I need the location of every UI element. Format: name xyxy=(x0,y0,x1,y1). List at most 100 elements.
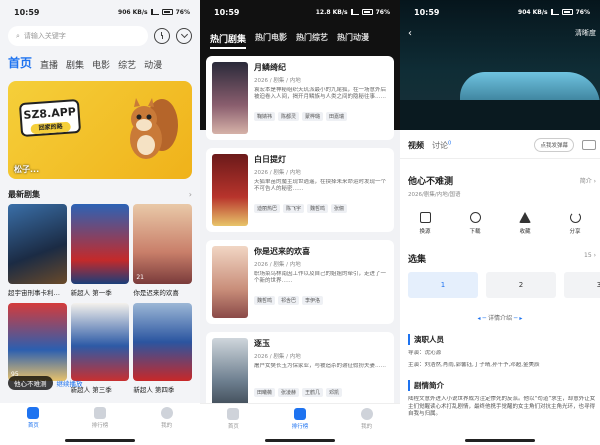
status-bar: 10:59 906 KB/s 76% xyxy=(0,0,200,24)
bottom-tab-rank[interactable]: 排行榜 xyxy=(80,407,120,429)
drama-card[interactable]: 超宇宙刑事卡利… xyxy=(8,204,67,297)
bottom-tab-mine[interactable]: 我的 xyxy=(347,408,387,430)
episode-label: 选集 xyxy=(408,255,427,265)
battery-percent: 76% xyxy=(575,8,590,16)
home-indicator xyxy=(465,439,535,442)
cast-chip: 魏哲鸣 xyxy=(307,204,329,213)
card-title: 新超人 第一季 xyxy=(70,289,112,297)
chevron-right-icon[interactable]: › xyxy=(189,190,192,199)
poster-image xyxy=(212,154,248,226)
user-icon xyxy=(360,408,373,420)
cast-chip: 田嘉瑞 xyxy=(326,112,348,121)
rank-item-desc: 袁宏本是神秘组织天玑派最小的九尾狐，在一场意外后被迫卷入人间，揭开月鳞族与人类之… xyxy=(254,87,387,101)
rank-item[interactable]: 白日提灯 2026 / 剧集 / 内地 天狐单苗的魔主现世逍遥，在抉择未来命运时… xyxy=(206,148,394,232)
tab-hot-variety[interactable]: 热门综艺 xyxy=(296,32,328,49)
action-row: 换源 下载 收藏 分享 xyxy=(400,212,600,235)
search-input[interactable]: ⌕ 请输入关键字 xyxy=(8,26,148,46)
banner-caption: 松子... xyxy=(14,165,40,174)
cast-chip: 魏哲鸣 xyxy=(254,296,276,305)
cast-chip: 李伊洛 xyxy=(302,296,324,305)
download-icon[interactable] xyxy=(176,28,192,44)
signal-icon xyxy=(350,9,359,15)
episode-button[interactable]: 3 xyxy=(564,272,600,298)
episode-button[interactable]: 1 xyxy=(408,272,478,298)
resume-toast[interactable]: 他心不难测 继续播放 xyxy=(8,376,83,390)
detail-collapse[interactable]: ◂ ─ 详情介绍 ─ ▸ xyxy=(400,313,600,322)
rank-tabs: 热门剧集 热门电影 热门综艺 热门动漫 xyxy=(200,24,400,49)
episode-header: 选集 15 › xyxy=(408,252,596,265)
tab-video[interactable]: 视频 xyxy=(408,140,424,151)
episode-count-link[interactable]: 15 › xyxy=(584,252,596,265)
cast-chip: 田曦薇 xyxy=(254,388,276,397)
drama-card[interactable]: 新超人 第四季 xyxy=(133,303,192,394)
cast-heading: 演职人员 xyxy=(408,334,444,345)
promo-banner[interactable]: SZ8.APP 回家的路 松子... xyxy=(8,81,192,179)
squirrel-mascot-icon xyxy=(130,98,178,159)
tab-hot-movie[interactable]: 热门电影 xyxy=(255,32,287,49)
battery-percent: 76% xyxy=(375,8,390,16)
resume-button[interactable]: 继续播放 xyxy=(57,378,83,388)
star-icon xyxy=(519,212,531,223)
intro-link[interactable]: 简介 › xyxy=(580,176,596,185)
bottom-tab-mine[interactable]: 我的 xyxy=(147,407,187,429)
home-screen: 10:59 906 KB/s 76% ⌕ 请输入关键字 首页 直播 剧集 电影 … xyxy=(0,0,200,445)
net-speed: 12.8 KB/s xyxy=(315,8,348,16)
back-icon[interactable]: ‹ xyxy=(408,28,412,39)
user-icon xyxy=(160,407,173,419)
status-bar: 10:59 12.8 KB/s 76% xyxy=(200,0,400,24)
tab-comment[interactable]: 讨论0 xyxy=(432,140,451,151)
signal-icon xyxy=(550,9,559,15)
rank-item-title: 白日提灯 xyxy=(254,155,286,164)
rank-item-meta: 2026 / 剧集 / 内地 xyxy=(254,262,301,268)
tab-variety[interactable]: 综艺 xyxy=(118,58,136,71)
episode-button[interactable]: 2 xyxy=(486,272,556,298)
poster-image xyxy=(70,303,130,381)
search-icon: ⌕ xyxy=(16,31,20,40)
cast-chip: 陈飞宇 xyxy=(283,204,305,213)
rank-item-desc: 屠户女樊长玉为保家业，与被追杀的谢征假扮夫妻…… xyxy=(254,363,387,369)
rank-icon xyxy=(93,407,106,419)
status-time: 10:59 xyxy=(414,7,440,17)
danmu-toggle-icon[interactable] xyxy=(582,140,596,150)
danmu-input[interactable]: 点我发弹幕 xyxy=(534,138,574,152)
rank-item[interactable]: 月鳞绮纪 2026 / 剧集 / 内地 袁宏本是神秘组织天玑派最小的九尾狐，在一… xyxy=(206,56,394,140)
cast-chip: 王鹤几 xyxy=(302,388,324,397)
history-icon[interactable] xyxy=(154,28,170,44)
rank-icon xyxy=(293,408,306,420)
cast-chip: 蒙桦璐 xyxy=(302,112,324,121)
cast-chip: 陈都灵 xyxy=(278,112,300,121)
bottom-tab-home[interactable]: 首页 xyxy=(13,407,53,429)
drama-card[interactable]: 新超人 第一季 xyxy=(70,204,130,297)
section-title: 最新剧集 xyxy=(8,190,40,199)
drama-card[interactable]: 21 你是迟来的欢喜 xyxy=(133,204,192,297)
bottom-tab-rank[interactable]: 排行榜 xyxy=(280,408,320,430)
search-placeholder: 请输入关键字 xyxy=(23,32,66,40)
rank-item[interactable]: 你是迟来的欢喜 2026 / 剧集 / 内地 职场菜鸟林南因工作以及自己的姐姐的… xyxy=(206,240,394,324)
favorite-button[interactable]: 收藏 xyxy=(505,212,545,235)
cast-chip: 邓凯 xyxy=(326,388,343,397)
cast-line: 主演：刘浩然,肖雨,郭馨钰,丁子晴,孙千予,邓超,金美辰 xyxy=(408,362,540,368)
poster-image xyxy=(212,62,248,134)
switch-source-icon xyxy=(419,212,431,223)
bottom-tab-home[interactable]: 首页 xyxy=(213,408,253,430)
tab-movie[interactable]: 电影 xyxy=(92,58,110,71)
battery-icon xyxy=(361,9,373,15)
home-indicator xyxy=(65,439,135,442)
switch-source-button[interactable]: 换源 xyxy=(405,212,445,235)
tab-home[interactable]: 首页 xyxy=(8,54,32,71)
tab-live[interactable]: 直播 xyxy=(40,58,58,71)
tab-anime[interactable]: 动漫 xyxy=(144,58,162,71)
plot-text: 陆程文意外进入小说世界成为注定惨死的反派。他以“苟道”求生，却意外让女主们觉醒读… xyxy=(408,396,596,418)
tab-hot-series[interactable]: 热门剧集 xyxy=(210,32,247,49)
poster-image xyxy=(212,246,248,318)
tab-series[interactable]: 剧集 xyxy=(66,58,84,71)
share-button[interactable]: 分享 xyxy=(555,212,595,235)
card-title: 你是迟来的欢喜 xyxy=(133,289,179,297)
download-icon xyxy=(469,212,481,223)
home-icon xyxy=(227,408,240,420)
download-button[interactable]: 下载 xyxy=(455,212,495,235)
quality-button[interactable]: 清晰度 xyxy=(575,28,596,38)
banner-logo: SZ8.APP 回家的路 xyxy=(18,98,82,138)
tab-hot-anime[interactable]: 热门动漫 xyxy=(337,32,369,49)
episode-count: 21 xyxy=(136,274,144,281)
